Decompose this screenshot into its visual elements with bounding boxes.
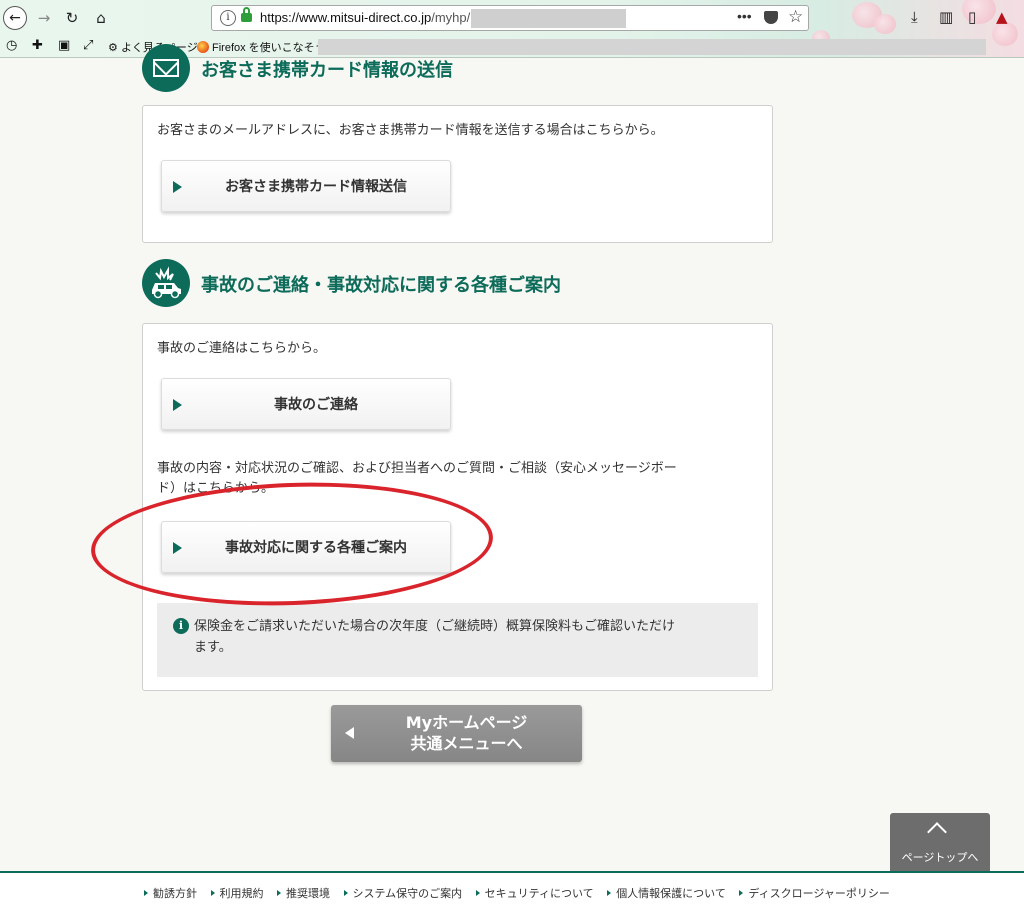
accident-guidance-button[interactable]: 事故対応に関する各種ご案内 xyxy=(161,521,451,573)
footer-link-maintenance[interactable]: システム保守のご案内 xyxy=(344,885,463,901)
extensions-icon[interactable]: ✚ xyxy=(32,39,43,53)
play-arrow-icon xyxy=(173,181,182,193)
accident-status-line2: ド）はこちらから。 xyxy=(157,481,275,496)
site-info-icon[interactable]: i xyxy=(220,10,236,26)
car-accident-icon xyxy=(142,259,190,307)
accident-guidance-label: 事故対応に関する各種ご案内 xyxy=(225,540,407,556)
footer-link-disclosure[interactable]: ディスクロージャーポリシー xyxy=(739,885,889,901)
forward-button[interactable]: → xyxy=(32,6,56,30)
url-path: /myhp/ xyxy=(431,10,471,25)
redacted-url-segment xyxy=(471,9,626,28)
play-arrow-icon xyxy=(173,399,182,411)
accident-contact-text: 事故のご連絡はこちらから。 xyxy=(157,341,327,356)
sidebar-icon[interactable]: ▯ xyxy=(968,8,976,26)
fullscreen-icon[interactable]: ⤢ xyxy=(83,39,93,53)
footer-links: 勧誘方針 利用規約 推奨環境 システム保守のご案内 セキュリティについて 個人情… xyxy=(144,885,900,901)
accident-status-line1: 事故の内容・対応状況のご確認、および担当者へのご質問・ご相談（安心メッセージボー xyxy=(157,461,677,476)
play-arrow-icon xyxy=(173,542,182,554)
info-icon: i xyxy=(173,618,189,634)
envelope-icon xyxy=(142,44,190,92)
card-panel: お客さまのメールアドレスに、お客さま携帯カード情報を送信する場合はこちらから。 … xyxy=(142,105,773,243)
premium-notice: i 保険金をご請求いただいた場合の次年度（ご継続時）概算保険料もご確認いただけ … xyxy=(157,603,758,677)
notice-text: 保険金をご請求いただいた場合の次年度（ご継続時）概算保険料もご確認いただけ ます… xyxy=(194,616,744,658)
footer-link-security[interactable]: セキュリティについて xyxy=(476,885,594,901)
history-icon[interactable]: ◷ xyxy=(6,39,17,53)
navigation-toolbar: ← → ↻ ⌂ i https://www.mitsui-direct.co.j… xyxy=(0,0,1024,46)
footer-link-solicitation-policy[interactable]: 勧誘方針 xyxy=(144,885,197,901)
library-icon[interactable]: ▥ xyxy=(939,8,953,26)
footer: 勧誘方針 利用規約 推奨環境 システム保守のご案内 セキュリティについて 個人情… xyxy=(0,871,1024,906)
myhome-menu-label: Myホームページ 共通メニューへ xyxy=(351,712,582,754)
new-window-icon[interactable]: ▣ xyxy=(58,39,70,53)
pocket-icon[interactable] xyxy=(764,11,778,24)
notice-line1: 保険金をご請求いただいた場合の次年度（ご継続時）概算保険料もご確認いただけ xyxy=(194,619,676,634)
url-bar[interactable]: i https://www.mitsui-direct.co.jp/myhp/ … xyxy=(211,5,809,31)
lock-icon xyxy=(241,7,252,22)
bookmark-star-icon[interactable]: ☆ xyxy=(788,7,803,27)
reload-button[interactable]: ↻ xyxy=(60,6,84,30)
chevron-up-icon xyxy=(927,822,947,842)
notice-line2: ます。 xyxy=(194,640,232,655)
downloads-icon[interactable]: ⤓ xyxy=(911,8,918,26)
accident-section-header: 事故のご連絡・事故対応に関する各種ご案内 xyxy=(142,259,782,309)
accident-section-title: 事故のご連絡・事故対応に関する各種ご案内 xyxy=(201,275,561,296)
url-host: https://www.mitsui-direct.co.jp xyxy=(260,10,432,25)
pdf-icon[interactable]: ▲ xyxy=(996,8,1008,26)
myhome-menu-line1: Myホームページ xyxy=(405,713,528,732)
send-card-info-button[interactable]: お客さま携帯カード情報送信 xyxy=(161,160,451,212)
page-actions-button[interactable]: ••• xyxy=(737,8,752,24)
accident-contact-button[interactable]: 事故のご連絡 xyxy=(161,378,451,430)
home-button[interactable]: ⌂ xyxy=(89,6,113,30)
url-text: https://www.mitsui-direct.co.jp/myhp/ xyxy=(260,10,470,25)
accident-panel: 事故のご連絡はこちらから。 事故のご連絡 事故の内容・対応状況のご確認、および担… xyxy=(142,323,773,691)
page-top-label: ページトップへ xyxy=(901,851,979,864)
accident-status-text: 事故の内容・対応状況のご確認、および担当者へのご質問・ご相談（安心メッセージボー… xyxy=(157,459,757,499)
footer-link-terms[interactable]: 利用規約 xyxy=(211,885,264,901)
page-top-button[interactable]: ページトップへ xyxy=(890,813,990,873)
myhome-menu-line2: 共通メニューへ xyxy=(410,734,523,753)
send-card-info-label: お客さま携帯カード情報送信 xyxy=(225,179,407,195)
card-description: お客さまのメールアドレスに、お客さま携帯カード情報を送信する場合はこちらから。 xyxy=(157,123,664,138)
card-section-header: お客さま携帯カード情報の送信 xyxy=(142,44,782,94)
accident-contact-label: 事故のご連絡 xyxy=(274,397,358,413)
myhome-menu-button[interactable]: Myホームページ 共通メニューへ xyxy=(331,705,582,762)
footer-link-environment[interactable]: 推奨環境 xyxy=(277,885,330,901)
card-section-title: お客さま携帯カード情報の送信 xyxy=(201,60,453,81)
footer-link-privacy[interactable]: 個人情報保護について xyxy=(607,885,726,901)
gear-icon: ⚙ xyxy=(108,42,118,54)
back-button[interactable]: ← xyxy=(3,6,27,30)
